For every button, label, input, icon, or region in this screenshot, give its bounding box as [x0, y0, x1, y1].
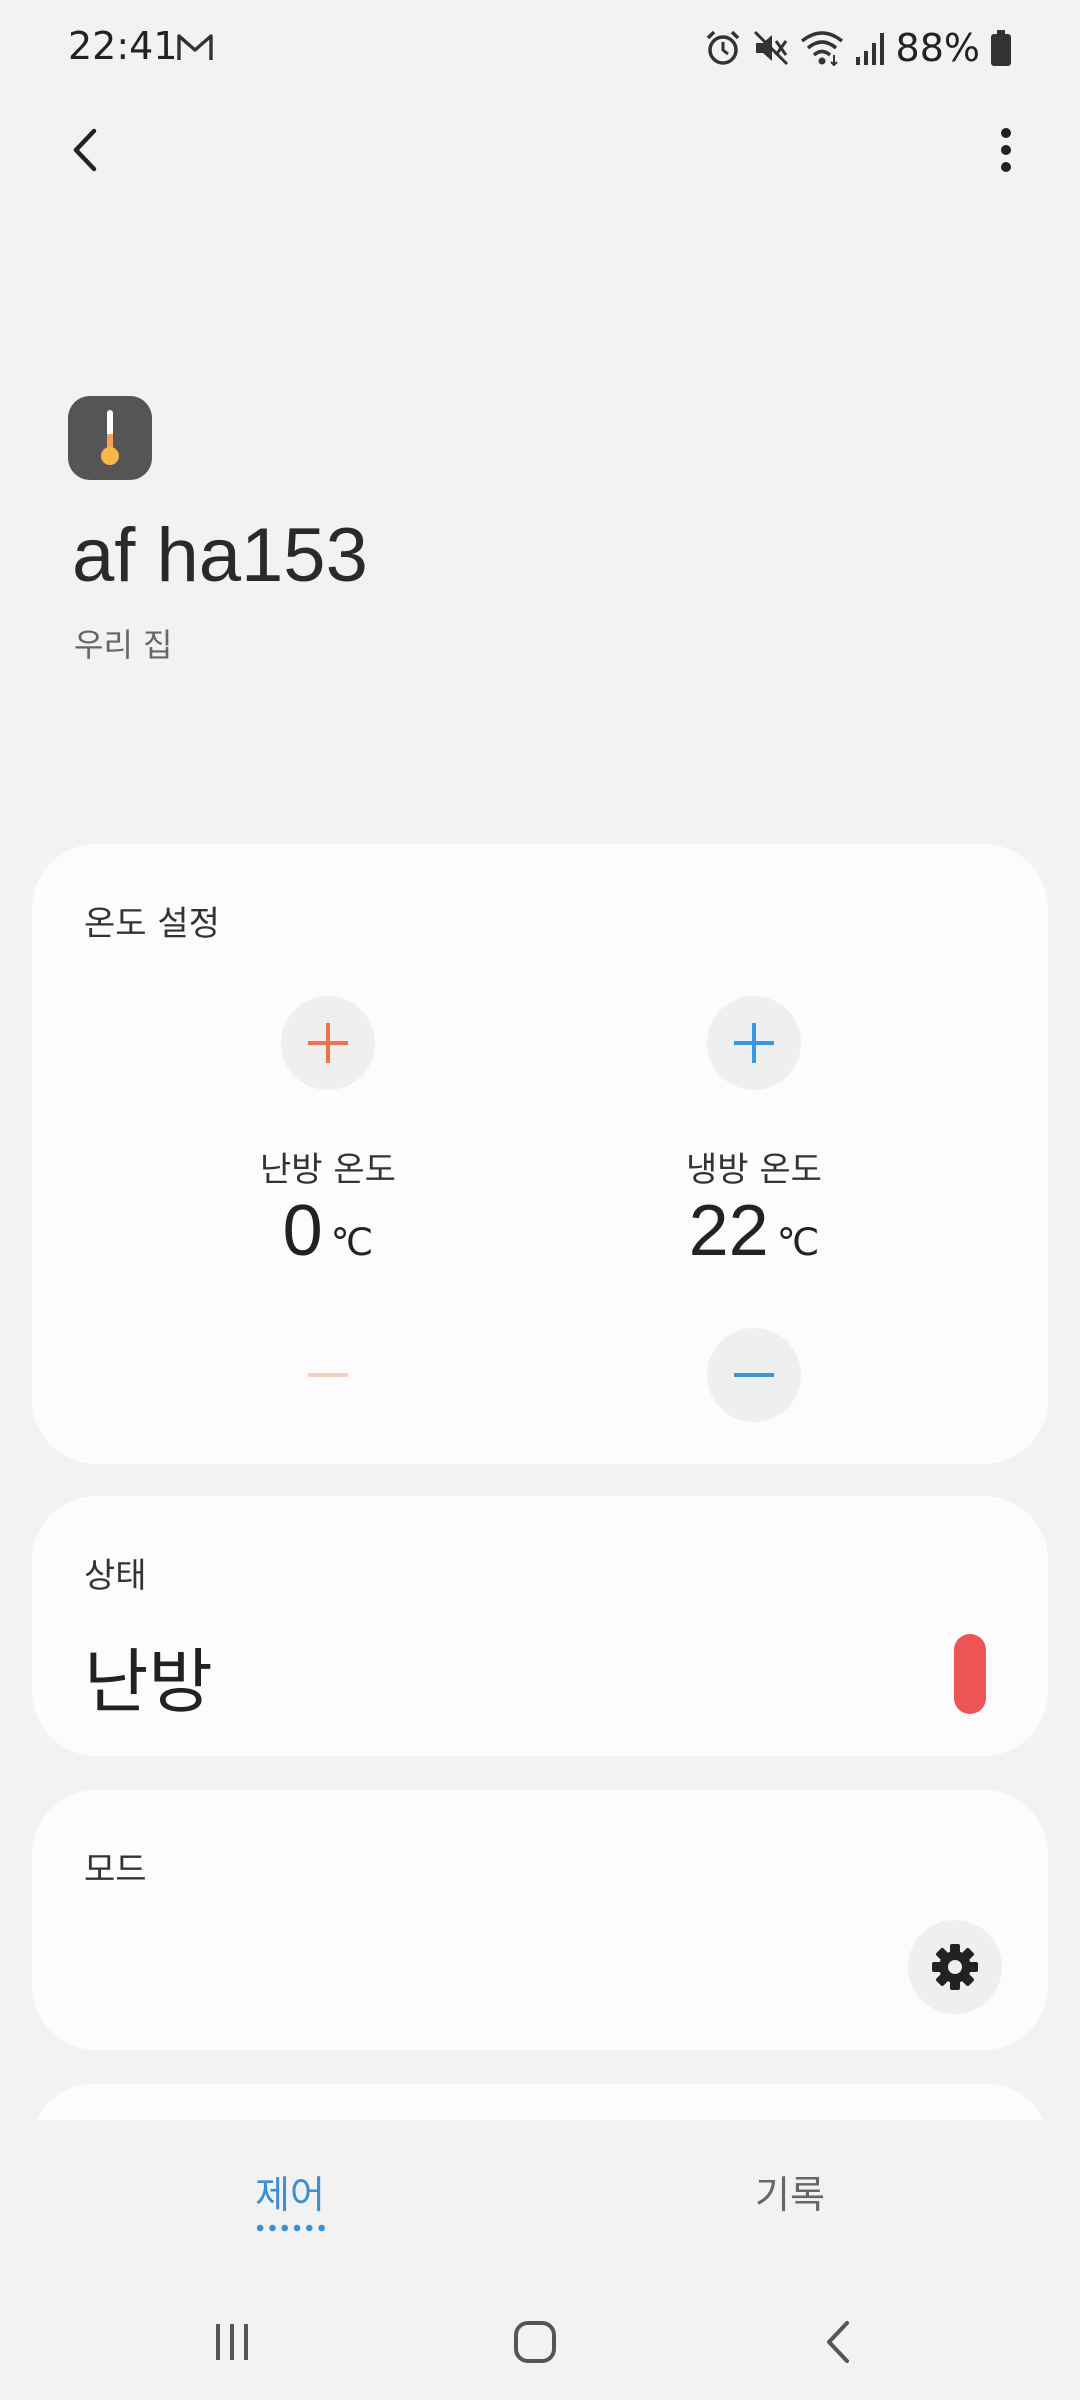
- minus-icon: [308, 1373, 348, 1377]
- more-options-button[interactable]: [978, 122, 1034, 178]
- more-vertical-icon: [1001, 128, 1011, 172]
- battery-icon: [991, 30, 1011, 66]
- system-navigation-bar: [0, 2284, 1080, 2400]
- plus-icon: [308, 1023, 348, 1063]
- plus-icon: [734, 1023, 774, 1063]
- device-name: af ha153: [72, 513, 368, 598]
- cooling-increase-button[interactable]: [707, 996, 801, 1090]
- minus-icon: [734, 1373, 774, 1377]
- device-location: 우리 집: [74, 626, 173, 664]
- cooling-temp-unit: ℃: [776, 1222, 820, 1264]
- temperature-setting-card: 온도 설정 난방 온도 0 ℃ 냉방 온도 22 ℃: [32, 844, 1048, 1464]
- status-indicator: [954, 1634, 986, 1714]
- cooling-decrease-button[interactable]: [707, 1328, 801, 1422]
- status-card[interactable]: 상태 난방: [32, 1496, 1048, 1756]
- mode-card: 모드: [32, 1790, 1048, 2050]
- back-button[interactable]: [58, 122, 114, 178]
- tab-control[interactable]: 제어: [190, 2164, 390, 2219]
- card-title: 상태: [84, 1556, 147, 1596]
- bottom-tab-bar: 제어 기록: [0, 2120, 1080, 2260]
- recent-apps-button[interactable]: [192, 2312, 272, 2372]
- tab-history[interactable]: 기록: [690, 2164, 890, 2219]
- mute-icon: [753, 30, 788, 66]
- alarm-icon: [706, 30, 739, 65]
- battery-percentage: 88%: [895, 26, 980, 70]
- cooling-temp-value: 22 ℃: [624, 1190, 884, 1272]
- cooling-temp-number: 22: [688, 1191, 769, 1271]
- home-icon: [514, 2321, 556, 2363]
- card-title: 모드: [84, 1850, 147, 1890]
- status-value: 난방: [84, 1641, 213, 1723]
- nav-back-button[interactable]: [798, 2312, 878, 2372]
- gear-icon: [932, 1944, 978, 1990]
- mode-settings-button[interactable]: [908, 1920, 1002, 2014]
- heating-temp-number: 0: [282, 1191, 323, 1271]
- gmail-icon: [177, 34, 213, 60]
- active-tab-indicator: [254, 2224, 328, 2232]
- back-icon: [827, 2321, 849, 2363]
- card-title: 온도 설정: [84, 904, 220, 944]
- heating-temp-value: 0 ℃: [198, 1190, 458, 1272]
- heating-temp-unit: ℃: [330, 1222, 374, 1264]
- cooling-temp-label: 냉방 온도: [686, 1150, 822, 1190]
- heating-decrease-button[interactable]: [281, 1328, 375, 1422]
- home-button[interactable]: [495, 2312, 575, 2372]
- status-time: 22:41: [68, 24, 178, 68]
- heating-temp-label: 난방 온도: [260, 1150, 396, 1190]
- chevron-left-icon: [73, 128, 97, 172]
- status-icons: 88%: [704, 24, 1012, 72]
- thermometer-icon: [68, 396, 152, 480]
- signal-icon: [855, 33, 884, 65]
- recents-icon: [216, 2324, 248, 2360]
- wifi-icon: [800, 31, 843, 67]
- status-bar: 22:41 88%: [0, 0, 1080, 96]
- heating-increase-button[interactable]: [281, 996, 375, 1090]
